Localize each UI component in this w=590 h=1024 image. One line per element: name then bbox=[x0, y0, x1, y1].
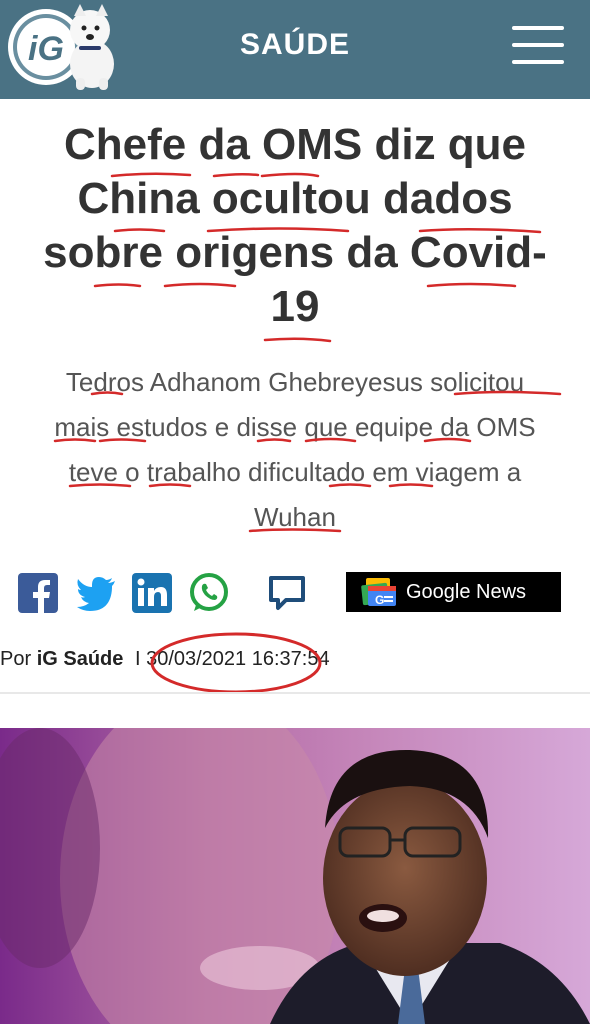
subtitle-line: Wuhan bbox=[254, 502, 336, 532]
twitter-share-button[interactable] bbox=[74, 571, 118, 615]
linkedin-share-button[interactable] bbox=[130, 571, 174, 615]
google-news-icon: G bbox=[361, 578, 396, 607]
article-headline: Chefe da OMS diz que China ocultou dados… bbox=[0, 118, 590, 334]
byline-separator: I bbox=[134, 648, 141, 670]
article-byline: Por iG Saúde I 30/03/2021 16:37:54 bbox=[0, 648, 330, 671]
comment-button[interactable] bbox=[265, 571, 309, 615]
headline-line: China ocultou dados bbox=[77, 174, 513, 223]
google-news-button[interactable]: G Google News bbox=[346, 572, 561, 612]
comment-icon bbox=[269, 576, 305, 610]
subtitle-line: mais estudos e disse que equipe da OMS bbox=[54, 412, 536, 442]
facebook-share-button[interactable] bbox=[16, 571, 60, 615]
headline-line: Chefe da OMS diz que bbox=[63, 120, 527, 169]
twitter-icon bbox=[77, 577, 115, 611]
svg-text:G: G bbox=[375, 593, 384, 607]
facebook-icon bbox=[18, 573, 58, 614]
whatsapp-icon bbox=[190, 573, 228, 611]
article-lead-photo bbox=[0, 728, 590, 1024]
header-bar: iG SAÚDE bbox=[0, 0, 590, 99]
publish-timestamp: 30/03/2021 16:37:54 bbox=[146, 648, 330, 670]
author-link[interactable]: iG Saúde bbox=[37, 648, 124, 670]
whatsapp-share-button[interactable] bbox=[187, 571, 231, 615]
google-news-label: Google News bbox=[406, 580, 527, 603]
article-subtitle: Tedros Adhanom Ghebreyesus solicitou mai… bbox=[0, 360, 590, 540]
headline-line: 19 bbox=[270, 282, 320, 331]
subtitle-line: Tedros Adhanom Ghebreyesus solicitou bbox=[65, 367, 525, 397]
section-title[interactable]: SAÚDE bbox=[0, 28, 590, 62]
headline-line: sobre origens da Covid- bbox=[43, 228, 547, 277]
subtitle-line: teve o trabalho dificultado em viagem a bbox=[68, 457, 522, 487]
hamburger-menu-icon[interactable] bbox=[512, 24, 564, 66]
photo-image bbox=[0, 728, 590, 1024]
linkedin-icon bbox=[132, 573, 172, 613]
divider bbox=[0, 692, 590, 694]
byline-prefix: Por bbox=[0, 648, 32, 670]
